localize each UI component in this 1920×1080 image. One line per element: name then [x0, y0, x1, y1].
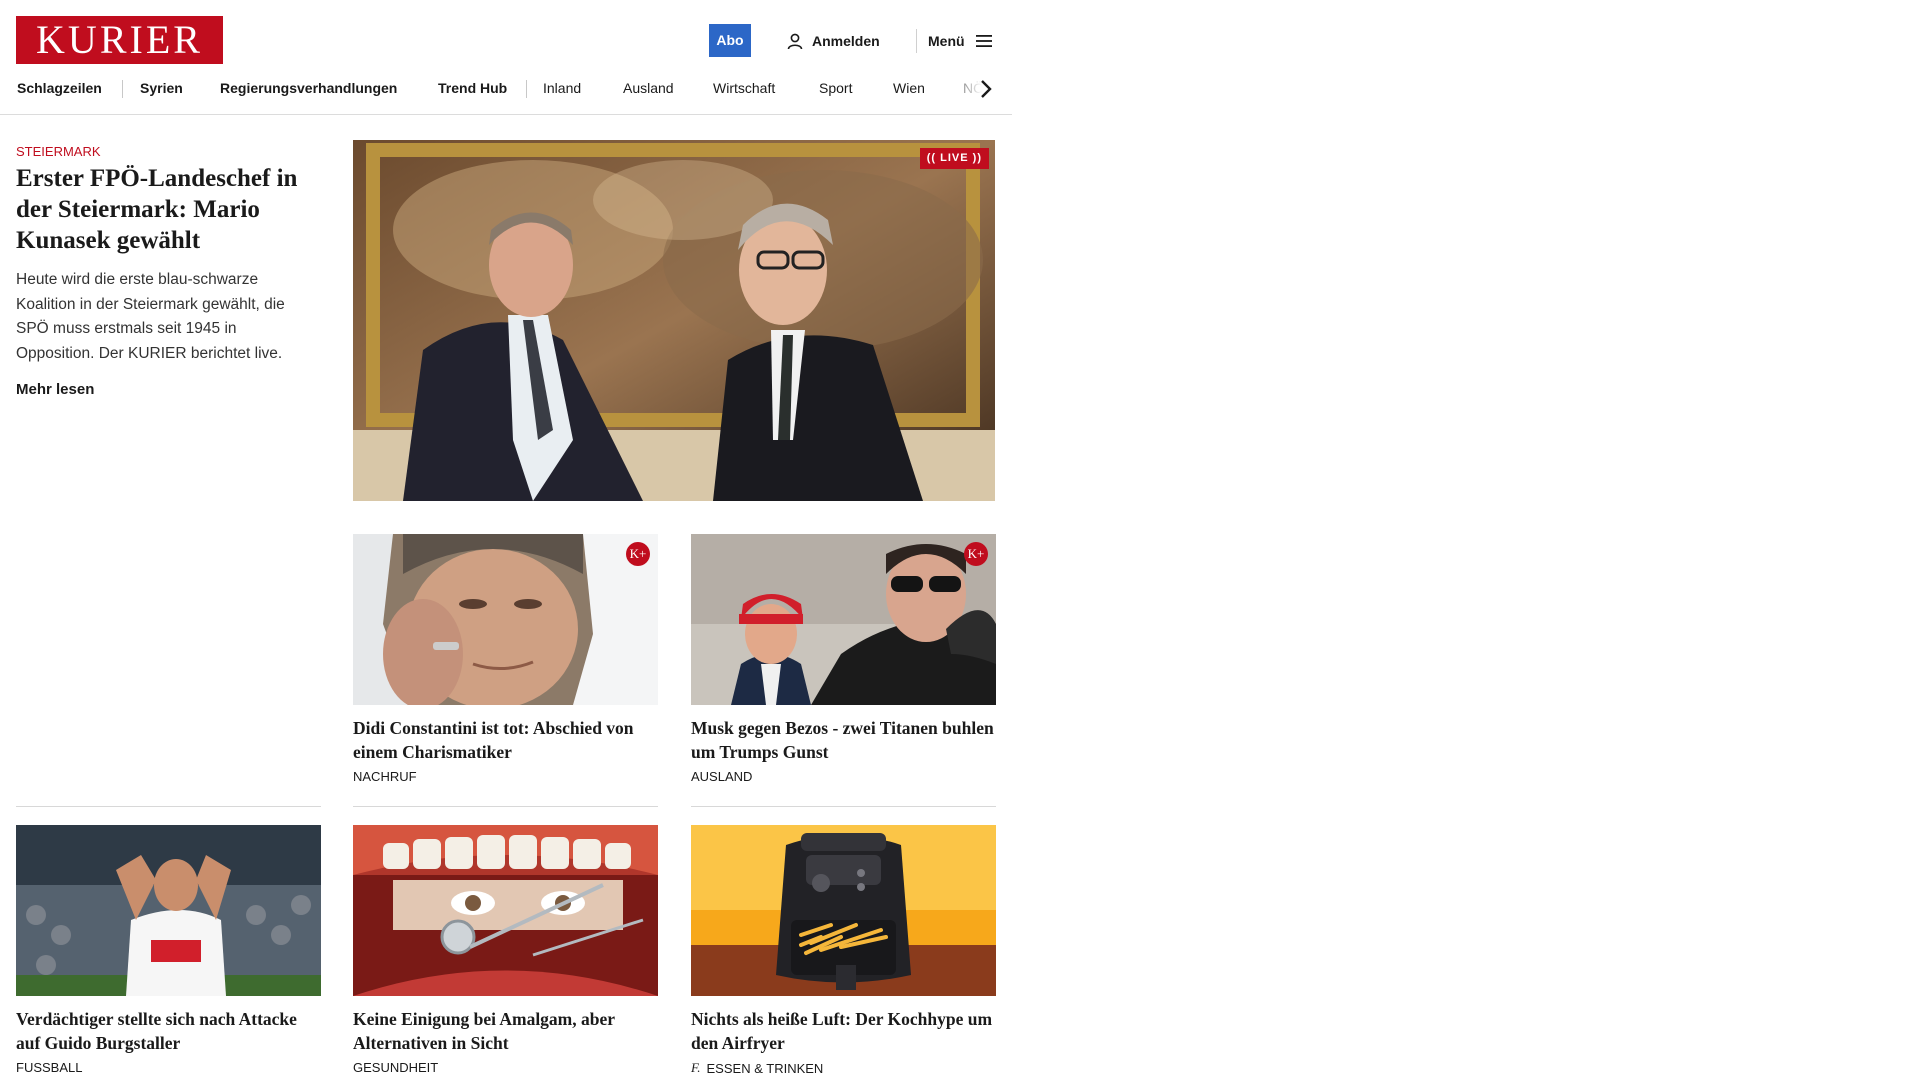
category-label: Ausland: [691, 769, 753, 784]
article-category: Gesundheit: [353, 1060, 438, 1075]
article-category: Fussball: [16, 1060, 82, 1075]
live-badge: (( LIVE )): [919, 148, 989, 169]
nav-item-syrien[interactable]: Syrien: [140, 80, 183, 96]
live-signal-icon: ((: [926, 152, 937, 164]
nav-item-ausland[interactable]: Ausland: [623, 80, 674, 96]
article-card[interactable]: Verdächtiger stellte sich nach Atta­cke …: [16, 825, 321, 1080]
article-card[interactable]: Keine Einigung bei Amalgam, aber Alterna…: [353, 825, 658, 1080]
chevron-right-icon[interactable]: [976, 77, 996, 101]
portrait-photo: [691, 534, 996, 705]
abo-button[interactable]: Abo: [709, 24, 751, 57]
hamburger-icon: [975, 35, 992, 47]
nav-divider: [526, 80, 527, 98]
article-image: [353, 825, 658, 996]
freizeit-f-icon: f.: [691, 1060, 701, 1075]
login-button[interactable]: Anmelden: [786, 29, 880, 53]
nav-item-wirtschaft[interactable]: Wirtschaft: [713, 80, 775, 96]
lead-category[interactable]: Steiermark: [16, 144, 101, 159]
nav-item-regierungsverhandlungen[interactable]: Regierungsverhandlungen: [220, 80, 397, 96]
dental-photo: [353, 825, 658, 996]
header-divider: [916, 29, 917, 53]
lead-teaser: Heute wird die erste blau-schwarze Koali…: [16, 271, 285, 362]
article-card[interactable]: Nichts als heiße Luft: Der Koch­hype um …: [691, 825, 996, 1080]
article-image: K+: [691, 534, 996, 705]
user-icon: [787, 33, 803, 50]
article-card[interactable]: K+ Musk gegen Bezos - zwei Titanen buhle…: [691, 534, 996, 794]
category-label: Nachruf: [353, 769, 417, 784]
lead-image[interactable]: (( LIVE )): [353, 140, 995, 501]
article-category: Nachruf: [353, 769, 417, 784]
premium-badge-icon: K+: [964, 542, 988, 566]
article-title[interactable]: Keine Einigung bei Amalgam, aber Alterna…: [353, 1007, 658, 1055]
nav-item-trend-hub[interactable]: Trend Hub: [438, 80, 507, 96]
nav-item-wien[interactable]: Wien: [893, 80, 925, 96]
airfryer-illustration: [691, 825, 996, 996]
login-label: Anmelden: [812, 33, 880, 49]
category-label: Essen & Trinken: [706, 1060, 824, 1076]
article-title[interactable]: Musk gegen Bezos - zwei Titanen buhlen u…: [691, 716, 996, 764]
category-label: Fussball: [16, 1060, 83, 1075]
live-label: LIVE: [940, 152, 969, 164]
nav-item-sport[interactable]: Sport: [819, 80, 852, 96]
nav-item-inland[interactable]: Inland: [543, 80, 581, 96]
football-photo: [16, 825, 321, 996]
article-title[interactable]: Didi Constantini ist tot: Abschied von e…: [353, 716, 658, 764]
menu-label: Menü: [928, 33, 965, 49]
article-title[interactable]: Verdächtiger stellte sich nach Atta­cke …: [16, 1007, 321, 1055]
menu-button[interactable]: Menü: [928, 29, 993, 53]
lead-headline[interactable]: Erster FPÖ-Landeschef in der Steiermark:…: [16, 163, 326, 256]
divider: [353, 806, 658, 807]
article-title[interactable]: Nichts als heiße Luft: Der Koch­hype um …: [691, 1007, 996, 1055]
article-image: [16, 825, 321, 996]
divider: [16, 806, 321, 807]
divider: [691, 806, 996, 807]
premium-badge-icon: K+: [626, 542, 650, 566]
portrait-photo: [353, 534, 658, 705]
live-signal-icon: )): [972, 152, 982, 164]
lead-photo: [353, 140, 995, 501]
nav-item-schlagzeilen[interactable]: Schlagzeilen: [17, 80, 102, 96]
article-category: f. Essen & Trinken: [691, 1060, 823, 1076]
read-more-link[interactable]: Mehr lesen: [16, 381, 94, 398]
article-category: Ausland: [691, 769, 752, 784]
nav-divider: [122, 80, 123, 98]
article-image: K+: [353, 534, 658, 705]
site-header: KURIER Abo Anmelden Menü Schlagzeilen Sy…: [0, 0, 1012, 115]
section-nav: Schlagzeilen Syrien Regierungsverhandlun…: [16, 78, 996, 100]
article-image: [691, 825, 996, 996]
category-label: Gesundheit: [353, 1060, 439, 1075]
kurier-logo[interactable]: KURIER: [16, 16, 223, 64]
article-card[interactable]: K+ Didi Constantini ist tot: Abschied vo…: [353, 534, 658, 794]
